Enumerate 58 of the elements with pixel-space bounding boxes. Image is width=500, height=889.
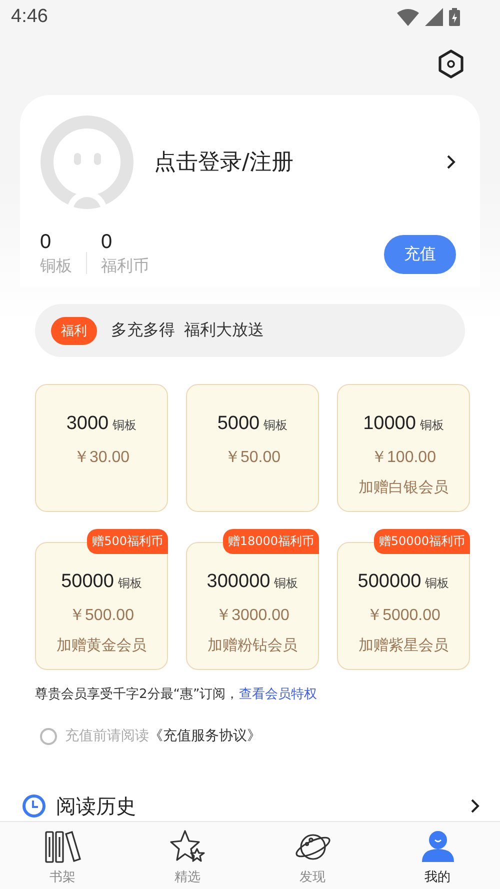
coin-amount: 3000 xyxy=(66,413,109,435)
tab-label: 精选 xyxy=(174,869,200,886)
member-note: 尊贵会员享受千字2分最“惠”订阅，查看会员特权 xyxy=(35,686,318,703)
agreement-text: 充值前请阅读《充值服务协议》 xyxy=(65,727,261,745)
package-price: ￥30.00 xyxy=(73,448,130,468)
package-card[interactable]: 10000 铜板 ￥100.00 加赠白银会员 xyxy=(337,384,470,512)
tab-label: 我的 xyxy=(424,869,450,886)
person-icon xyxy=(420,830,456,864)
wifi-icon xyxy=(397,8,419,26)
promo-tag: 福利 xyxy=(51,316,97,344)
package-price: ￥3000.00 xyxy=(216,606,290,626)
stat-value: 0 xyxy=(101,231,114,254)
settings-icon[interactable] xyxy=(437,49,465,79)
bonus-badge: 赠18000福利币 xyxy=(222,529,319,554)
package-card[interactable]: 5000 铜板 ￥50.00 xyxy=(186,384,319,512)
stat-value: 0 xyxy=(40,231,52,254)
stat-label: 铜板 xyxy=(40,256,72,277)
agreement-link[interactable]: 《充值服务协议》 xyxy=(149,728,261,744)
coin-unit: 铜板 xyxy=(420,417,444,434)
package-price: ￥500.00 xyxy=(69,606,134,626)
login-link[interactable]: 点击登录/注册 xyxy=(154,147,446,177)
recharge-button[interactable]: 充值 xyxy=(384,234,456,274)
agreement-checkbox[interactable] xyxy=(40,728,57,744)
tab-bar-item[interactable]: 我的 xyxy=(375,822,500,889)
member-bonus: 加赠粉钻会员 xyxy=(208,636,298,655)
books-icon xyxy=(44,830,80,864)
reading-history-link[interactable]: 阅读历史 xyxy=(56,792,470,820)
stars-icon xyxy=(170,830,206,864)
member-bonus: 加赠紫星会员 xyxy=(358,636,448,655)
member-bonus: 加赠黄金会员 xyxy=(56,636,146,655)
coin-amount: 5000 xyxy=(217,413,260,435)
package-price: ￥50.00 xyxy=(224,448,281,468)
coin-amount: 10000 xyxy=(363,413,416,435)
stat-label: 福利币 xyxy=(101,256,149,277)
coin-amount: 50000 xyxy=(61,571,114,593)
battery-icon xyxy=(449,8,460,26)
coin-unit: 铜板 xyxy=(118,575,142,592)
package-price: ￥100.00 xyxy=(371,448,436,468)
chevron-right-icon[interactable] xyxy=(446,154,456,170)
promo-text: 多充多得 福利大放送 xyxy=(111,320,264,341)
signal-icon xyxy=(425,8,443,26)
member-privileges-link[interactable]: 查看会员特权 xyxy=(238,687,317,702)
package-card[interactable]: 3000 铜板 ￥30.00 xyxy=(35,384,168,512)
package-price: ￥5000.00 xyxy=(366,606,440,626)
tab-label: 发现 xyxy=(300,869,326,886)
coin-amount: 500000 xyxy=(358,571,422,593)
clock-time: 4:46 xyxy=(11,6,48,28)
clock-icon xyxy=(22,794,46,818)
coin-unit: 铜板 xyxy=(264,417,288,434)
coin-amount: 300000 xyxy=(206,571,270,593)
chevron-right-icon[interactable] xyxy=(470,798,480,814)
coin-unit: 铜板 xyxy=(112,417,137,434)
member-bonus: 加赠白银会员 xyxy=(358,478,448,497)
bonus-badge: 赠500福利币 xyxy=(87,529,168,554)
coin-unit: 铜板 xyxy=(274,575,298,592)
coin-unit: 铜板 xyxy=(425,575,450,592)
bonus-badge: 赠50000福利币 xyxy=(374,529,470,554)
tab-label: 书架 xyxy=(50,869,76,886)
